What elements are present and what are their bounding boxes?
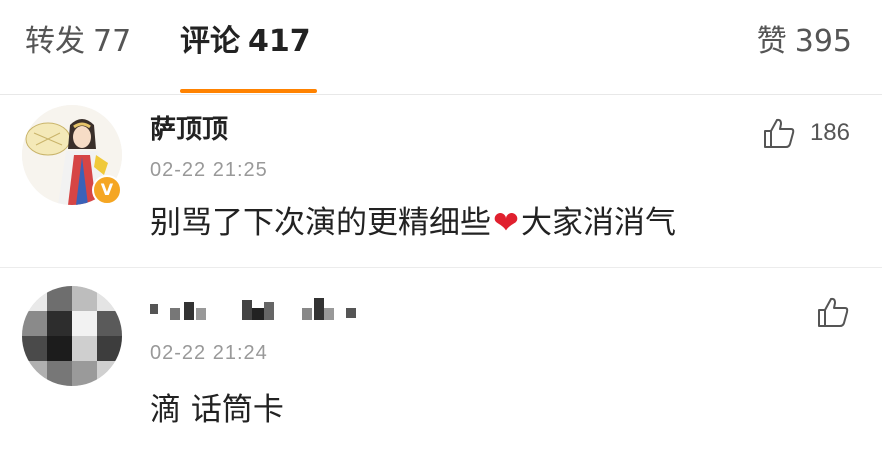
comment-item: V 萨顶顶 186 02-22 21:25 别骂了下次演的更精细些❤大家消消气: [0, 95, 882, 268]
tab-likes-count: 395: [794, 24, 852, 59]
active-tab-indicator: [180, 89, 317, 93]
comment-text-part: 别骂了下次演的更精细些: [150, 205, 491, 241]
tab-likes[interactable]: 赞 395: [757, 20, 852, 64]
comment-item: 02-22 21:24 滴 话筒卡: [0, 268, 882, 452]
thumbs-up-icon: [818, 297, 849, 327]
tab-reposts[interactable]: 转发 77: [25, 20, 131, 64]
comment-text: 别骂了下次演的更精细些❤大家消消气: [150, 203, 676, 243]
like-button[interactable]: 186: [762, 113, 850, 153]
tab-reposts-label: 转发: [25, 24, 85, 59]
comment-tabs: 转发 77 评论 417 赞 395: [0, 0, 882, 95]
avatar[interactable]: [22, 286, 122, 386]
tab-comments[interactable]: 评论 417: [180, 20, 311, 64]
heart-emoji: ❤: [493, 205, 519, 241]
verified-badge: V: [92, 175, 122, 205]
comment-text-part: 大家消消气: [520, 205, 676, 241]
comment-text: 滴 话筒卡: [150, 392, 284, 428]
comment-username[interactable]: 萨顶顶: [150, 109, 228, 146]
masked-username[interactable]: [150, 294, 380, 324]
tab-likes-label: 赞: [756, 24, 787, 59]
thumbs-up-icon: [763, 118, 795, 148]
tab-comments-label: 评论: [180, 24, 240, 59]
pixelated-avatar: [22, 286, 122, 386]
comment-timestamp: 02-22 21:25: [150, 159, 268, 181]
avatar[interactable]: V: [22, 105, 122, 205]
tab-comments-count: 417: [248, 24, 311, 59]
like-button[interactable]: [816, 292, 850, 332]
tab-reposts-count: 77: [93, 24, 132, 59]
comment-timestamp: 02-22 21:24: [150, 342, 268, 364]
username-mosaic: [150, 298, 356, 320]
like-count: 186: [809, 119, 850, 146]
